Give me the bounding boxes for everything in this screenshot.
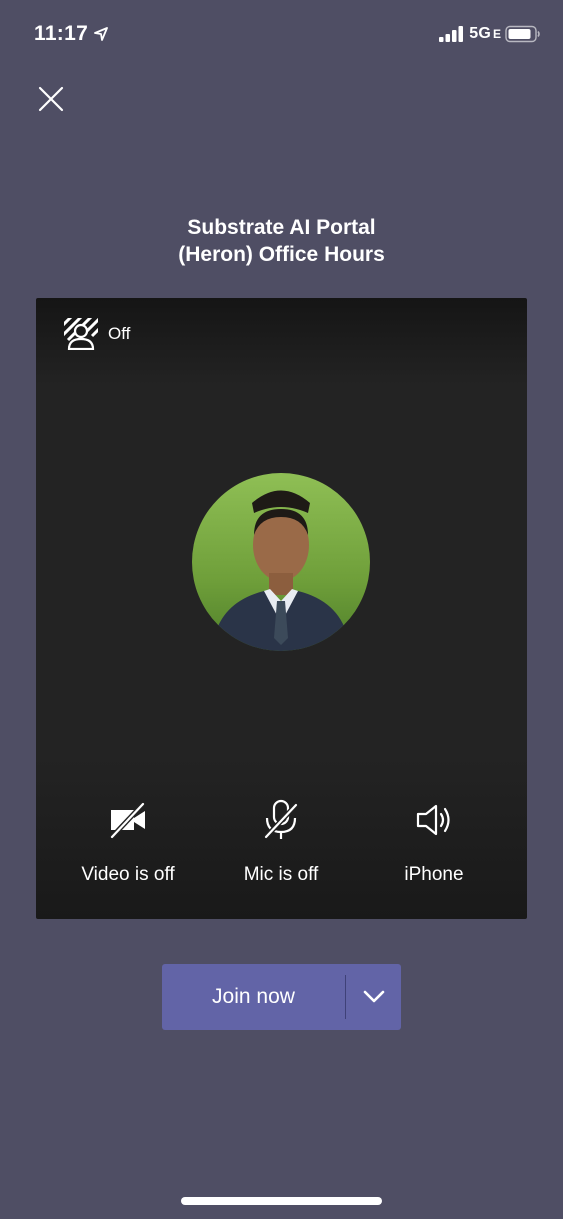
battery-icon bbox=[505, 25, 540, 43]
status-bar: 11:17 5G E bbox=[0, 0, 563, 70]
join-now-button[interactable]: Join now bbox=[162, 964, 345, 1030]
cellular-signal-icon bbox=[439, 26, 464, 42]
video-off-icon bbox=[109, 802, 145, 840]
video-preview-panel: Off Video is off Mic is off iPhone bbox=[36, 298, 527, 919]
chevron-down-icon bbox=[363, 990, 384, 1003]
join-button-group: Join now bbox=[162, 964, 401, 1030]
audio-device-label: iPhone bbox=[404, 864, 464, 885]
speaker-icon bbox=[416, 804, 450, 836]
device-controls: Video is off Mic is off iPhone bbox=[36, 798, 527, 898]
background-effects-button[interactable]: Off bbox=[64, 318, 130, 350]
close-button[interactable] bbox=[34, 82, 68, 116]
meeting-title: Substrate AI Portal (Heron) Office Hours bbox=[0, 214, 563, 268]
status-time: 11:17 bbox=[34, 22, 89, 45]
location-arrow-icon bbox=[94, 27, 108, 41]
background-effects-label: Off bbox=[108, 324, 131, 343]
status-indicators: 5G E bbox=[439, 25, 541, 43]
join-options-dropdown[interactable] bbox=[346, 964, 401, 1030]
mic-status-label: Mic is off bbox=[243, 864, 319, 885]
close-icon bbox=[38, 86, 64, 112]
video-status-label: Video is off bbox=[81, 864, 175, 885]
join-now-label: Join now bbox=[212, 985, 295, 1008]
video-toggle[interactable]: Video is off bbox=[48, 798, 208, 886]
background-effects-icon bbox=[64, 318, 98, 350]
home-indicator[interactable] bbox=[181, 1197, 382, 1205]
network-label: 5G bbox=[469, 25, 491, 42]
avatar bbox=[192, 473, 370, 651]
status-time-group: 11:17 bbox=[34, 22, 108, 46]
audio-device-button[interactable]: iPhone bbox=[354, 798, 514, 886]
mic-toggle[interactable]: Mic is off bbox=[201, 798, 361, 886]
network-suffix: E bbox=[492, 27, 501, 41]
mic-off-icon bbox=[263, 799, 299, 840]
avatar-photo bbox=[192, 473, 370, 651]
meeting-title-line-1: Substrate AI Portal bbox=[187, 216, 376, 239]
meeting-title-line-2: (Heron) Office Hours bbox=[178, 243, 385, 266]
